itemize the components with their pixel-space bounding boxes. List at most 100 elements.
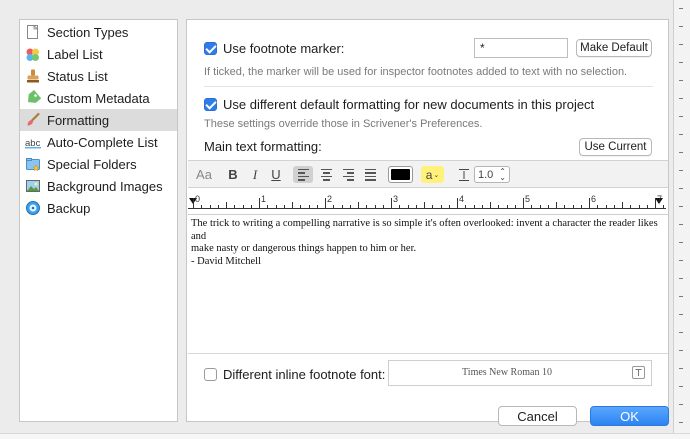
inline-footnote-label: Different inline footnote font: <box>223 367 386 382</box>
ok-button[interactable]: OK <box>590 406 669 426</box>
ruler-tick <box>506 205 508 208</box>
align-center-button[interactable] <box>316 166 336 183</box>
sample-text-editor[interactable]: The trick to writing a compelling narrat… <box>191 218 661 268</box>
image-icon <box>25 178 41 194</box>
format-bar: Aa B I U a ⌄ 1.0 ⌃ ⌄ <box>188 160 668 188</box>
inline-footnote-checkbox[interactable] <box>204 368 217 381</box>
line-spacing-select[interactable]: 1.0 ⌃ ⌄ <box>474 166 510 183</box>
ruler-tick <box>539 205 541 208</box>
ruler-tick <box>300 205 302 208</box>
ruler[interactable]: 0 1 2 3 4 5 6 7 <box>188 190 668 215</box>
ruler-tick <box>316 205 318 208</box>
ruler-tick <box>572 205 574 208</box>
ruler-number: 6 <box>591 194 597 204</box>
background-window-strip <box>0 433 690 439</box>
default-formatting-hint: These settings override those in Scriven… <box>204 118 483 130</box>
align-left-button[interactable] <box>293 166 313 183</box>
ruler-tick <box>308 205 310 208</box>
sidebar-item-custom-metadata[interactable]: Custom Metadata <box>20 87 177 109</box>
ruler-tick <box>226 202 227 208</box>
sidebar-item-auto-complete-list[interactable]: abc Auto-Complete List <box>20 131 177 153</box>
autocomplete-abc-icon: abc <box>25 134 41 150</box>
section-types-icon <box>25 24 41 40</box>
sidebar-item-label: Auto-Complete List <box>47 134 158 150</box>
align-justify-icon <box>364 168 376 181</box>
ruler-tick <box>597 205 599 208</box>
project-settings-dialog: Section Types Label List Status List Cus… <box>0 0 690 439</box>
bold-button[interactable]: B <box>225 166 241 183</box>
ruler-number: 7 <box>657 194 663 204</box>
ruler-tick <box>646 205 648 208</box>
backup-icon <box>25 200 41 216</box>
use-current-button[interactable]: Use Current <box>579 138 652 156</box>
status-stamp-icon <box>25 68 41 84</box>
ruler-tick <box>424 202 425 208</box>
sidebar-item-label: Special Folders <box>47 156 137 172</box>
ruler-tick <box>638 205 640 208</box>
ruler-tick <box>234 205 236 208</box>
highlight-color-well[interactable]: a ⌄ <box>421 166 444 183</box>
default-formatting-label: Use different default formatting for new… <box>223 97 595 112</box>
ruler-tick <box>358 202 359 208</box>
sidebar-item-status-list[interactable]: Status List <box>20 65 177 87</box>
sidebar-item-section-types[interactable]: Section Types <box>20 21 177 43</box>
ruler-tick <box>514 205 516 208</box>
sidebar-item-background-images[interactable]: Background Images <box>20 175 177 197</box>
ruler-baseline <box>188 208 666 209</box>
footnote-marker-checkbox[interactable] <box>204 42 217 55</box>
sidebar-item-label: Backup <box>47 200 91 216</box>
ruler-tick <box>473 205 475 208</box>
ruler-tick <box>523 198 524 208</box>
ruler-tick <box>415 205 417 208</box>
ruler-tick <box>209 205 211 208</box>
footnote-marker-field[interactable]: * <box>474 38 568 58</box>
italic-button[interactable]: I <box>247 166 263 183</box>
sidebar-item-label: Background Images <box>47 178 163 194</box>
ruler-number: 2 <box>327 194 333 204</box>
ruler-tick <box>217 205 219 208</box>
font-panel-button[interactable]: Aa <box>195 166 213 183</box>
align-justify-button[interactable] <box>360 166 380 183</box>
sidebar-item-formatting[interactable]: Formatting <box>20 109 177 131</box>
ruler-number: 5 <box>525 194 531 204</box>
highlight-label: a <box>425 167 433 182</box>
sidebar-item-label: Status List <box>47 68 108 84</box>
default-formatting-row: Use different default formatting for new… <box>204 97 594 112</box>
ruler-tick <box>498 205 500 208</box>
cancel-button[interactable]: Cancel <box>498 406 577 426</box>
ruler-tick <box>250 205 252 208</box>
footnote-marker-label: Use footnote marker: <box>223 41 345 56</box>
ruler-tick <box>399 205 401 208</box>
footnote-marker-row: Use footnote marker: <box>204 41 344 56</box>
sidebar-item-label-list[interactable]: Label List <box>20 43 177 65</box>
ruler-tick <box>333 205 335 208</box>
text-color-well[interactable] <box>388 166 413 183</box>
make-default-button[interactable]: Make Default <box>576 39 652 57</box>
tag-icon <box>25 89 42 106</box>
ruler-number: 4 <box>459 194 465 204</box>
sidebar-item-label: Section Types <box>47 24 129 40</box>
default-formatting-checkbox[interactable] <box>204 98 217 111</box>
line-spacing-value: 1.0 <box>478 168 494 181</box>
ruler-tick <box>448 205 450 208</box>
ruler-tick <box>193 198 194 208</box>
ruler-tick <box>531 205 533 208</box>
ruler-tick <box>556 202 557 208</box>
sidebar-item-backup[interactable]: Backup <box>20 197 177 219</box>
align-center-icon <box>320 168 332 181</box>
ruler-tick <box>292 202 293 208</box>
ruler-number: 3 <box>393 194 399 204</box>
inline-footnote-font-field[interactable]: Times New Roman 10 <box>388 360 652 386</box>
sidebar-item-special-folders[interactable]: Special Folders <box>20 153 177 175</box>
stepper-chevrons-icon: ⌃ ⌄ <box>499 166 506 182</box>
special-folder-icon <box>25 156 41 172</box>
ruler-tick <box>391 198 392 208</box>
settings-sidebar: Section Types Label List Status List Cus… <box>19 19 178 422</box>
text-color-swatch <box>391 169 410 180</box>
ruler-tick <box>432 205 434 208</box>
ruler-tick <box>283 205 285 208</box>
font-picker-icon[interactable] <box>632 366 645 382</box>
underline-button[interactable]: U <box>268 166 284 183</box>
align-right-button[interactable] <box>338 166 358 183</box>
ruler-tick <box>325 198 326 208</box>
